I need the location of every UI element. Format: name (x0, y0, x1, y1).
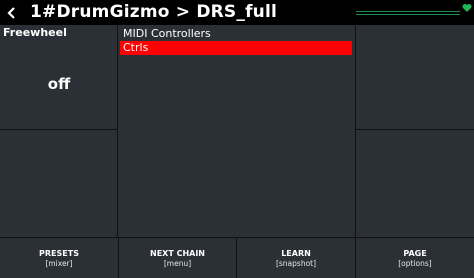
heart-icon (462, 4, 472, 12)
learn-button-sub: [snapshot] (275, 259, 317, 268)
chevron-left-icon (7, 6, 15, 19)
list-item-midi-controllers[interactable]: MIDI Controllers (120, 27, 354, 41)
page-button[interactable]: PAGE [options] (356, 238, 474, 278)
page-button-sub: [options] (398, 259, 432, 268)
learn-button-label: LEARN (281, 249, 311, 258)
back-button[interactable] (0, 0, 24, 25)
controller-panel-3[interactable] (356, 25, 474, 130)
controller-list: MIDI Controllers Ctrls (120, 27, 354, 55)
presets-button[interactable]: PRESETS [mixer] (0, 238, 119, 278)
audio-meter-right (356, 14, 460, 15)
list-panel (118, 25, 356, 238)
page-button-label: PAGE (403, 249, 427, 258)
presets-button-label: PRESETS (39, 249, 79, 258)
title-bar: 1#DrumGizmo > DRS_full (0, 0, 474, 25)
learn-button[interactable]: LEARN [snapshot] (237, 238, 356, 278)
next-chain-button-label: NEXT CHAIN (150, 249, 205, 258)
controller-panel-2[interactable] (0, 130, 118, 238)
next-chain-button[interactable]: NEXT CHAIN [menu] (119, 238, 237, 278)
presets-button-sub: [mixer] (45, 259, 73, 268)
next-chain-button-sub: [menu] (163, 259, 192, 268)
controller-panel-4[interactable] (356, 130, 474, 238)
controller-name: Freewheel (3, 26, 67, 39)
controller-value: off (47, 75, 71, 93)
list-item-ctrls[interactable]: Ctrls (120, 41, 352, 55)
controller-panel-1[interactable]: Freewheel off (0, 25, 118, 130)
audio-meter-left (356, 11, 460, 12)
page-title[interactable]: 1#DrumGizmo > DRS_full (30, 1, 277, 24)
status-area (354, 0, 474, 25)
